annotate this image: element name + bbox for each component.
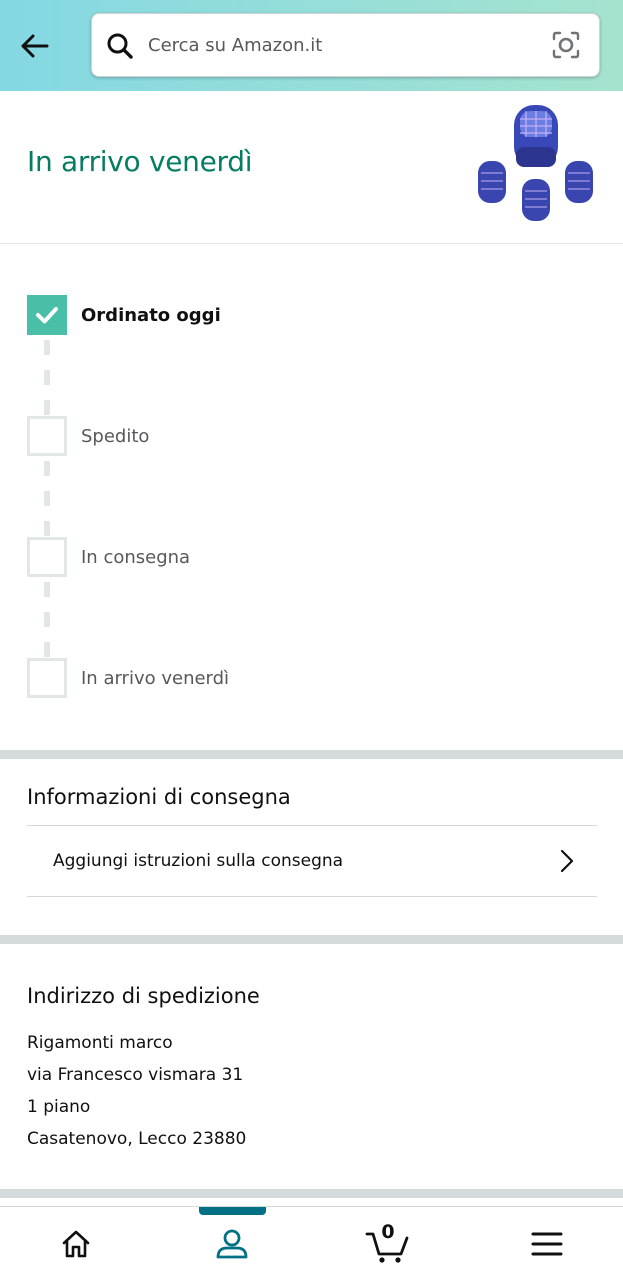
progress-dash — [44, 642, 50, 657]
delivery-info-title: Informazioni di consegna — [27, 785, 291, 809]
progress-dash — [44, 582, 50, 597]
tracking-progress: Ordinato oggi Spedito In consegna In arr… — [0, 244, 623, 750]
arrival-title: In arrivo venerdì — [27, 145, 253, 178]
add-delivery-instructions-link[interactable]: Aggiungi istruzioni sulla consegna — [27, 825, 597, 897]
step-label: Spedito — [81, 425, 150, 447]
arrival-section: In arrivo venerdì — [0, 91, 623, 244]
shipping-address-title: Indirizzo di spedizione — [27, 984, 260, 1008]
step-shipped: Spedito — [27, 416, 149, 456]
progress-dash — [44, 400, 50, 415]
step-checkbox-done — [27, 295, 67, 335]
hamburger-icon — [531, 1232, 563, 1256]
progress-dash — [44, 340, 50, 355]
section-divider — [0, 935, 623, 944]
step-checkbox — [27, 537, 67, 577]
step-checkbox — [27, 658, 67, 698]
progress-dash — [44, 612, 50, 627]
arrow-left-icon — [21, 34, 49, 58]
check-icon — [36, 307, 58, 324]
step-label: Ordinato oggi — [81, 304, 221, 326]
product-thumbnail[interactable] — [474, 101, 599, 226]
step-arriving: In arrivo venerdì — [27, 658, 229, 698]
progress-dash — [44, 521, 50, 536]
home-icon — [62, 1230, 90, 1258]
section-divider — [0, 1189, 623, 1198]
address-name: Rigamonti marco — [27, 1033, 173, 1053]
step-checkbox — [27, 416, 67, 456]
top-bar — [0, 0, 623, 91]
nav-home[interactable] — [26, 1207, 126, 1280]
progress-dash — [44, 491, 50, 506]
step-label: In arrivo venerdì — [81, 667, 230, 689]
step-label: In consegna — [81, 546, 191, 568]
address-street: via Francesco vismara 31 — [27, 1065, 244, 1085]
section-divider — [0, 750, 623, 759]
delivery-info-section: Informazioni di consegna Aggiungi istruz… — [0, 759, 623, 935]
search-icon — [107, 33, 133, 59]
nav-menu[interactable] — [497, 1207, 597, 1280]
cart-count-badge: 0 — [381, 1221, 395, 1243]
step-ordered: Ordinato oggi — [27, 295, 221, 335]
address-city: Casatenovo, Lecco 23880 — [27, 1129, 247, 1149]
address-floor: 1 piano — [27, 1097, 91, 1117]
add-delivery-instructions-label: Aggiungi istruzioni sulla consegna — [53, 851, 344, 871]
chevron-right-icon — [560, 849, 574, 873]
search-bar[interactable] — [91, 13, 600, 77]
bottom-navigation: 0 — [0, 1206, 623, 1280]
search-input[interactable] — [148, 14, 528, 76]
back-button[interactable] — [14, 26, 54, 66]
nav-account[interactable] — [182, 1207, 282, 1280]
progress-dash — [44, 461, 50, 476]
step-out-for-delivery: In consegna — [27, 537, 190, 577]
shipping-address-section: Indirizzo di spedizione Rigamonti marco … — [0, 944, 623, 1189]
person-icon — [216, 1229, 248, 1259]
camera-scan-icon[interactable] — [551, 30, 581, 60]
progress-dash — [44, 370, 50, 385]
nav-cart[interactable]: 0 — [338, 1207, 438, 1280]
